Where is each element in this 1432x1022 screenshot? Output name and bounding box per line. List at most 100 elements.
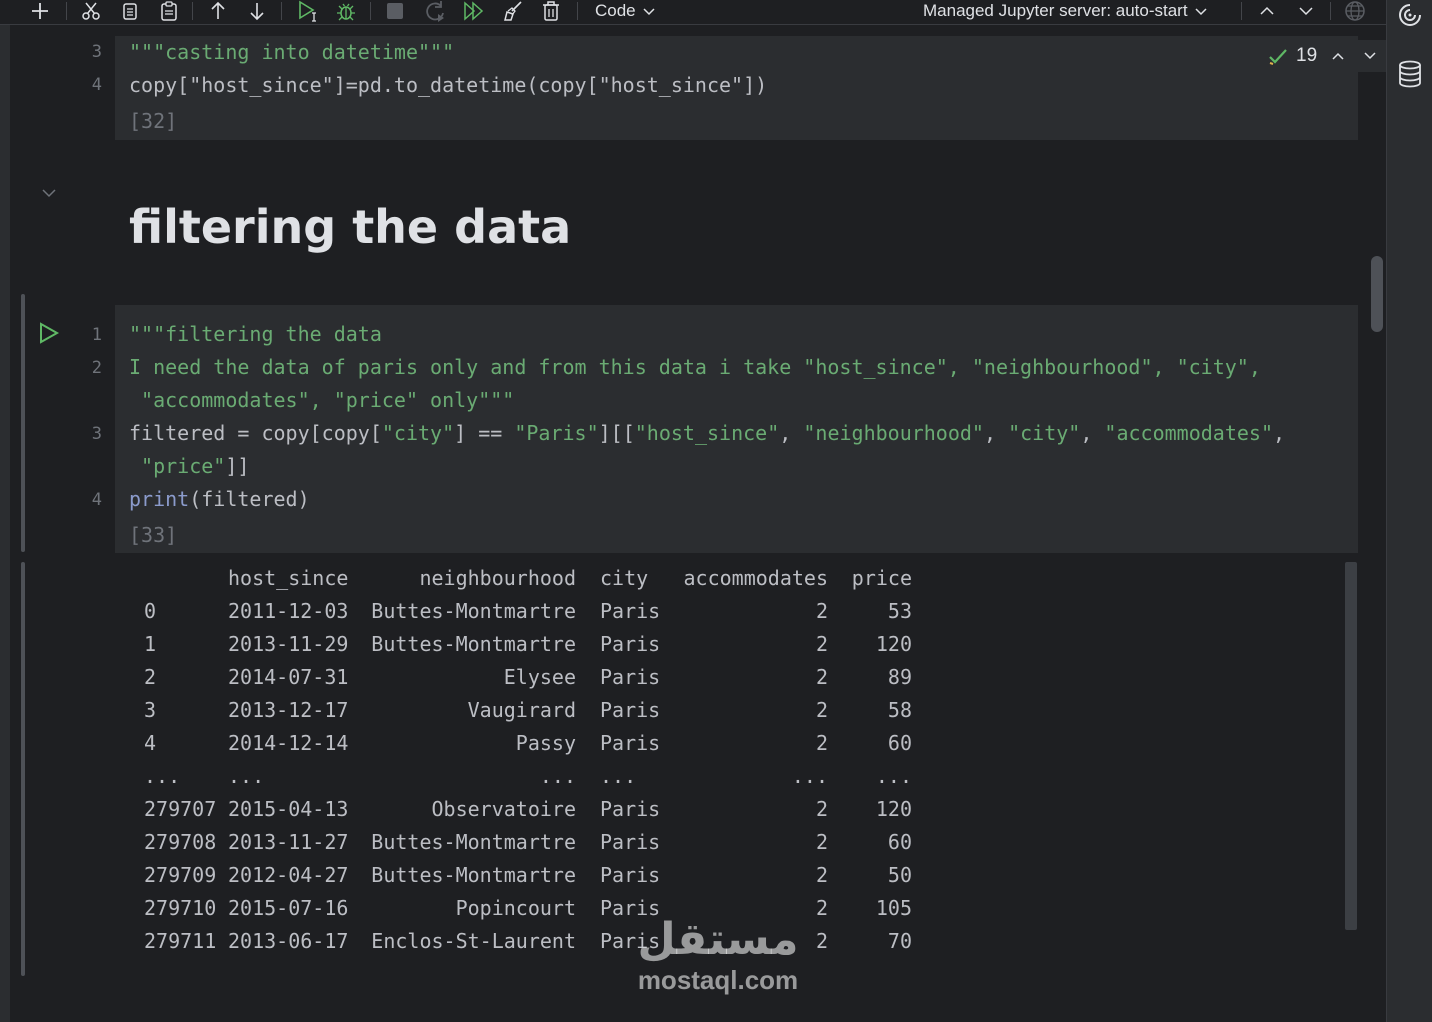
- table-cell: ...: [144, 764, 181, 788]
- table-cell: Passy: [515, 731, 576, 755]
- table-cell: Paris: [600, 698, 661, 722]
- code-line[interactable]: """casting into datetime""": [129, 40, 454, 64]
- table-cell: 89: [887, 665, 912, 689]
- column-header: price: [851, 566, 912, 590]
- watermark-latin: mostaql.com: [637, 965, 799, 995]
- table-cell: 105: [875, 896, 912, 920]
- chevron-down-icon[interactable]: [1363, 49, 1377, 63]
- chevron-down-icon: [643, 8, 655, 16]
- copy-icon[interactable]: [119, 0, 141, 22]
- table-cell: Paris: [600, 797, 661, 821]
- code-line-wrapped[interactable]: "accommodates", "price" only""": [129, 388, 514, 412]
- line-number: 3: [91, 42, 102, 62]
- table-cell: 279707: [144, 797, 217, 821]
- run-all-icon[interactable]: [462, 0, 486, 22]
- delete-cell-icon[interactable]: [539, 0, 563, 22]
- table-cell: 120: [875, 632, 912, 656]
- code-line[interactable]: print(filtered): [129, 487, 310, 511]
- move-down-icon[interactable]: [246, 0, 268, 22]
- table-cell: 2: [815, 731, 828, 755]
- code-text: copy["host_since"]=pd.to_datetime(copy["…: [129, 73, 768, 97]
- table-cell: Paris: [600, 599, 661, 623]
- cell-output: host_since neighbourhood city accommodat…: [115, 560, 1358, 960]
- table-cell: 2012-04-27: [228, 863, 349, 887]
- stop-icon[interactable]: [384, 0, 406, 22]
- restart-kernel-icon[interactable]: [423, 0, 447, 22]
- table-cell: 60: [887, 830, 912, 854]
- table-cell: Paris: [600, 731, 661, 755]
- jupyter-server-dropdown[interactable]: Managed Jupyter server: auto-start: [923, 0, 1208, 22]
- table-cell: ...: [875, 764, 912, 788]
- table-cell: Elysee: [503, 665, 576, 689]
- paste-icon[interactable]: [158, 0, 180, 22]
- inspection-widget[interactable]: 19: [1256, 40, 1386, 72]
- check-icon: [1269, 49, 1287, 65]
- table-cell: Paris: [600, 863, 661, 887]
- table-cell: 2: [815, 830, 828, 854]
- line-number: 3: [91, 424, 102, 444]
- code-line[interactable]: """filtering the data: [129, 322, 382, 346]
- code-line[interactable]: filtered = copy[copy["city"] == "Paris"]…: [129, 421, 1285, 445]
- cut-icon[interactable]: [80, 0, 102, 22]
- line-number: 1: [91, 325, 102, 345]
- table-cell: Enclos-St-Laurent: [371, 929, 576, 953]
- docstring: """casting into datetime""": [129, 40, 455, 64]
- clear-outputs-icon[interactable]: [500, 0, 524, 22]
- collapse-section-icon[interactable]: [40, 185, 58, 206]
- chevron-up-icon[interactable]: [1256, 0, 1278, 22]
- table-header: host_since neighbourhood city accommodat…: [115, 566, 912, 599]
- watermark-logo: مستقل mostaql.com: [628, 915, 808, 996]
- line-number: 4: [91, 490, 102, 510]
- table-cell: ...: [600, 764, 637, 788]
- run-cell-select-below-icon[interactable]: [296, 0, 320, 22]
- table-cell: ...: [539, 764, 576, 788]
- cell-type-dropdown[interactable]: Code: [595, 0, 656, 22]
- markdown-heading[interactable]: filtering the data: [129, 200, 571, 254]
- editor-scrollbar[interactable]: [1371, 256, 1383, 332]
- table-cell: 2015-07-16: [228, 896, 349, 920]
- column-header: city: [600, 566, 649, 590]
- run-cell-button[interactable]: [38, 322, 60, 349]
- debug-cell-icon[interactable]: [334, 0, 358, 22]
- ai-assistant-icon[interactable]: [1397, 2, 1423, 33]
- column-header: neighbourhood: [419, 566, 576, 590]
- chevron-up-icon[interactable]: [1331, 49, 1345, 63]
- code-line[interactable]: I need the data of paris only and from t…: [129, 355, 1261, 379]
- output-scrollbar[interactable]: [1345, 562, 1357, 930]
- table-cell: 2014-07-31: [228, 665, 349, 689]
- cell-selection-bar: [21, 294, 25, 552]
- add-cell-icon[interactable]: [29, 0, 51, 22]
- table-cell: Buttes-Montmartre: [371, 599, 576, 623]
- server-status-label: Managed Jupyter server: auto-start: [923, 1, 1188, 20]
- move-up-icon[interactable]: [207, 0, 229, 22]
- code-line[interactable]: copy["host_since"]=pd.to_datetime(copy["…: [129, 73, 767, 97]
- globe-icon[interactable]: [1343, 0, 1367, 22]
- table-cell: 2013-06-17: [228, 929, 349, 953]
- table-cell: 279711: [144, 929, 217, 953]
- table-cell: 50: [887, 863, 912, 887]
- column-header: host_since: [228, 566, 349, 590]
- table-cell: 2013-11-27: [228, 830, 349, 854]
- chevron-down-icon[interactable]: [1295, 0, 1317, 22]
- table-cell: 0: [144, 599, 157, 623]
- table-cell: 58: [887, 698, 912, 722]
- line-number: 4: [91, 75, 102, 95]
- table-cell: 279709: [144, 863, 217, 887]
- table-cell: 2: [815, 665, 828, 689]
- table-cell: Buttes-Montmartre: [371, 632, 576, 656]
- play-icon: [40, 322, 60, 344]
- table-cell: 120: [875, 797, 912, 821]
- table-cell: Popincourt: [455, 896, 576, 920]
- table-cell: Paris: [600, 665, 661, 689]
- code-line-wrapped[interactable]: "price"]]: [129, 454, 249, 478]
- inspection-count: 19: [1296, 45, 1318, 66]
- notebook-toolbar: Code Managed Jupyter server: auto-start: [0, 0, 1386, 25]
- table-cell: ...: [791, 764, 828, 788]
- table-cell: 1: [144, 632, 157, 656]
- table-cell: 2: [815, 698, 828, 722]
- code-text: "price"]]: [141, 454, 250, 478]
- table-cell: 2: [815, 797, 828, 821]
- cell-type-label: Code: [595, 1, 636, 20]
- table-cell: 2: [144, 665, 157, 689]
- database-icon[interactable]: [1397, 60, 1423, 93]
